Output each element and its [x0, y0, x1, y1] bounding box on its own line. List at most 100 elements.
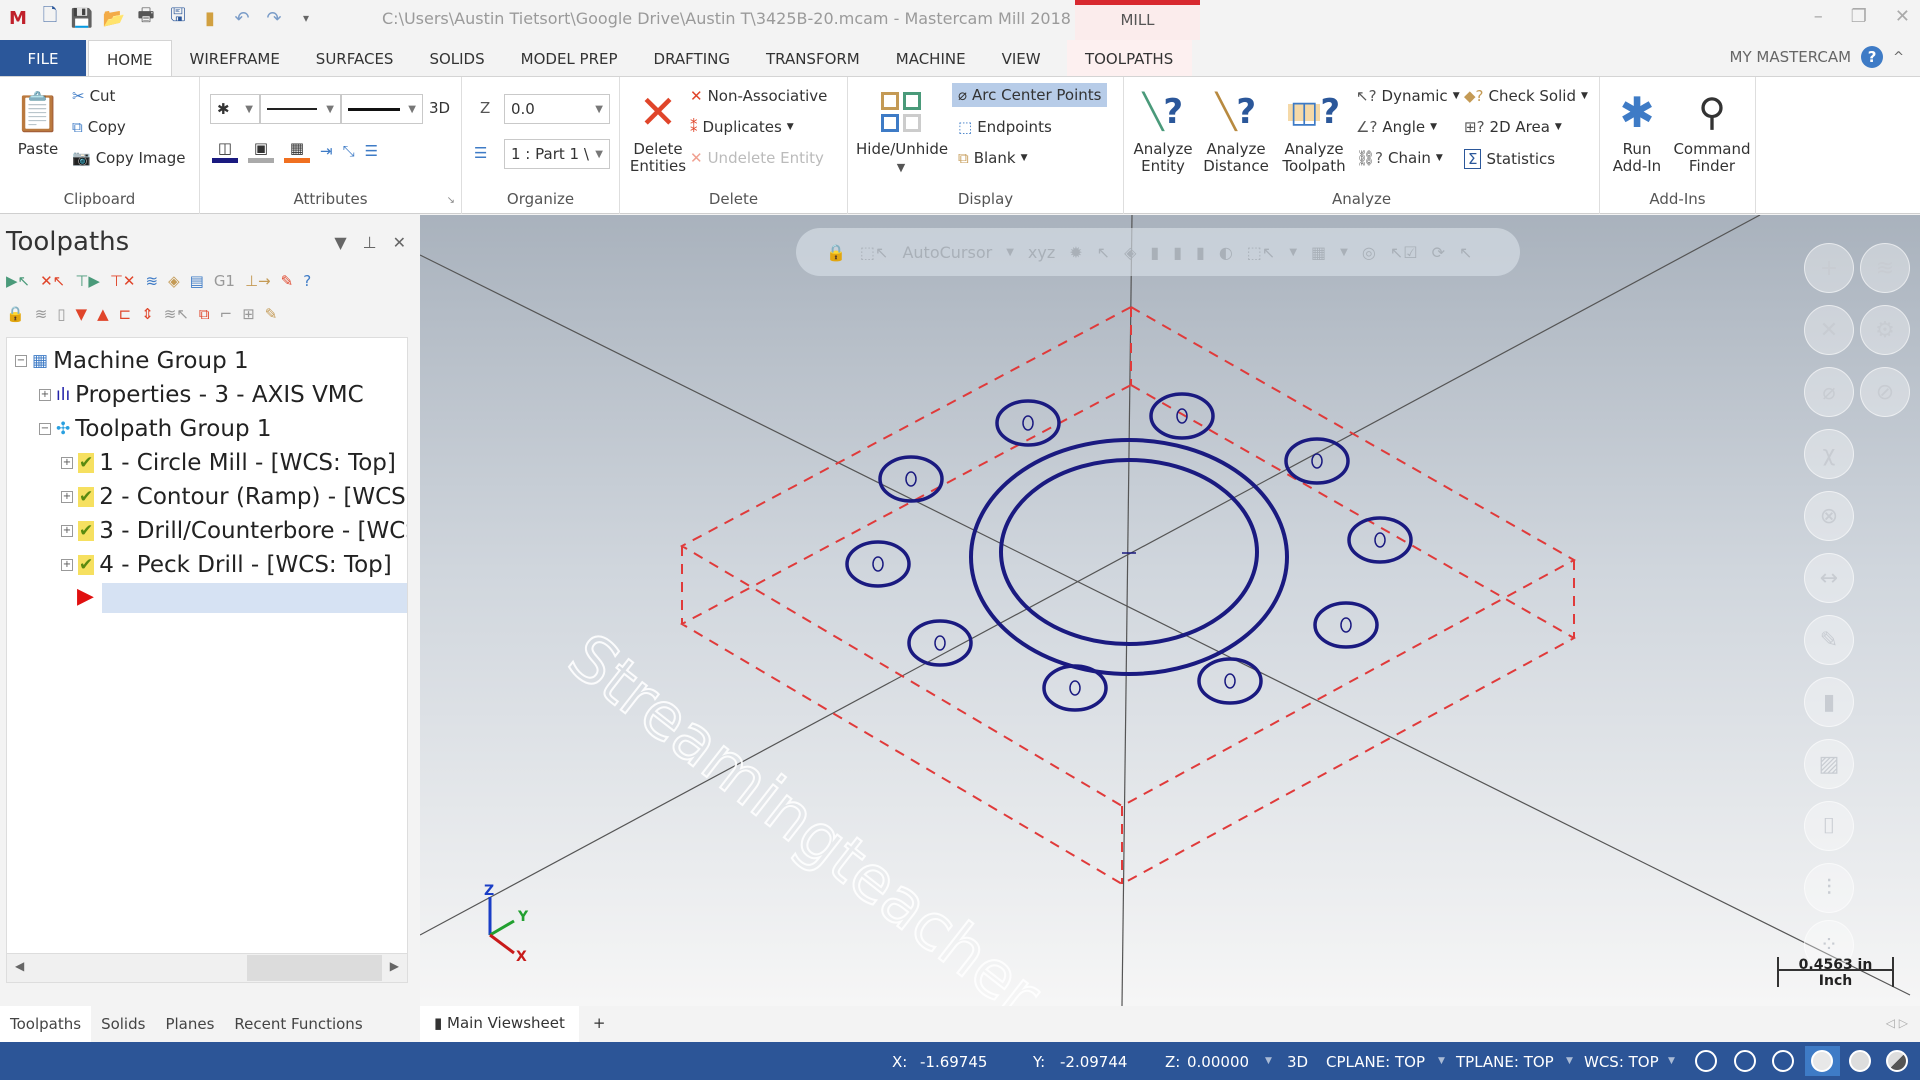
display-toolpath-icon[interactable]: ⌐: [220, 305, 233, 323]
select-last-icon[interactable]: ↖☑: [1390, 243, 1418, 262]
autocursor-icon[interactable]: ⬚↖: [860, 243, 889, 262]
tab-machine[interactable]: MACHINE: [878, 40, 984, 76]
tplane-dropdown-icon[interactable]: ▼: [1566, 1056, 1573, 1066]
tab-solids[interactable]: SOLIDS: [411, 40, 502, 76]
wcs-select[interactable]: WCS: TOP: [1584, 1053, 1659, 1071]
panel-tab-planes[interactable]: Planes: [155, 1006, 224, 1042]
translucency-icon[interactable]: [1886, 1050, 1908, 1072]
backplot-icon[interactable]: ≋: [146, 272, 159, 290]
window-select-icon[interactable]: ⬚↖: [1247, 243, 1276, 262]
save-as-icon[interactable]: 🖫: [166, 5, 190, 30]
dynamic-button[interactable]: ↖? Dynamic ▼: [1356, 87, 1460, 105]
z-coordinate[interactable]: 0.00000: [1187, 1053, 1249, 1071]
tab-home[interactable]: HOME: [88, 40, 172, 76]
chain-button[interactable]: ⛓? Chain ▼: [1356, 149, 1443, 167]
cplane-select[interactable]: CPLANE: TOP: [1326, 1053, 1425, 1071]
wcs-dropdown-icon[interactable]: ▼: [1668, 1056, 1675, 1066]
cplane-dropdown-icon[interactable]: ▼: [1438, 1056, 1445, 1066]
add-icon[interactable]: +: [1804, 243, 1854, 293]
ruler-icon[interactable]: ✎: [1804, 615, 1854, 665]
bracket-icon[interactable]: ⌷: [1804, 801, 1854, 851]
surface-color-icon[interactable]: ▦: [284, 139, 310, 163]
hide-unhide-button[interactable]: Hide/Unhide ▼: [856, 87, 948, 176]
face-select-icon[interactable]: ▮: [1150, 243, 1159, 262]
viewsheet-tab-main[interactable]: ▮ Main Viewsheet: [420, 1006, 579, 1042]
options-icon[interactable]: ✎: [265, 305, 278, 323]
copy-image-button[interactable]: 📷 Copy Image: [72, 149, 185, 167]
collapse-icon[interactable]: −: [15, 355, 27, 367]
next-sheet-icon[interactable]: ▷: [1899, 1016, 1908, 1030]
insert-arrow-icon[interactable]: ⊏: [119, 305, 132, 323]
panel-menu-icon[interactable]: ▼: [334, 233, 346, 252]
paste-button[interactable]: 📋 Paste: [12, 87, 64, 158]
my-mastercam-link[interactable]: MY MASTERCAM: [1730, 48, 1852, 66]
move-up-icon[interactable]: ▲: [97, 305, 109, 323]
scroll-left-icon[interactable]: ◀: [15, 959, 24, 973]
select-all-operations-icon[interactable]: ▶↖: [6, 272, 30, 290]
layers-icon[interactable]: ≋: [1860, 243, 1910, 293]
line-width-select[interactable]: ▼: [341, 94, 423, 124]
autocursor-label[interactable]: AutoCursor: [902, 243, 992, 262]
snap-settings-icon[interactable]: ✹: [1069, 243, 1082, 262]
arc-center-points-button[interactable]: ⌀ Arc Center Points: [952, 83, 1108, 107]
expand-icon[interactable]: +: [61, 559, 73, 571]
command-finder-button[interactable]: ⚲ Command Finder: [1670, 87, 1754, 175]
shaded-view-icon[interactable]: [1811, 1050, 1833, 1072]
wireframe-color-icon[interactable]: ◫: [212, 139, 238, 163]
save-icon[interactable]: 💾: [70, 6, 94, 30]
statistics-button[interactable]: Σ Statistics: [1464, 149, 1555, 169]
view-sheet-icon[interactable]: ⊞: [242, 305, 255, 323]
tree-node-operation-2[interactable]: + ✔2 - Contour (Ramp) - [WCS: Top]: [61, 484, 407, 510]
2d-area-button[interactable]: ⊞? 2D Area ▼: [1464, 118, 1562, 136]
verify-select-icon[interactable]: ◐: [1219, 243, 1233, 262]
tab-transform[interactable]: TRANSFORM: [748, 40, 878, 76]
toggle-display-icon[interactable]: ≋: [35, 305, 48, 323]
only-selected-icon[interactable]: ≋↖: [164, 305, 189, 323]
tab-toolpaths[interactable]: TOOLPATHS: [1066, 40, 1192, 76]
set-all-icon[interactable]: ⇥: [320, 142, 333, 160]
add-viewsheet-button[interactable]: +: [579, 1006, 620, 1042]
box-icon[interactable]: ▮: [1804, 677, 1854, 727]
regenerate-dirty-icon[interactable]: ⊤✕: [110, 272, 136, 290]
analyze-distance-button[interactable]: ╲? Analyze Distance: [1198, 87, 1274, 175]
scroll-thumb[interactable]: [247, 955, 382, 981]
analyze-toolpath-button[interactable]: ◫? Analyze Toolpath: [1276, 87, 1352, 175]
verify-icon[interactable]: ◈: [168, 272, 180, 290]
lock-icon[interactable]: 🔒: [826, 243, 846, 262]
levels-icon[interactable]: ☰: [474, 144, 487, 162]
color-icon[interactable]: ▨: [1804, 739, 1854, 789]
solids-select-icon[interactable]: ◈: [1124, 243, 1136, 262]
wireframe-view-icon[interactable]: [1695, 1050, 1717, 1072]
tree-node-machine-group[interactable]: − ▦ Machine Group 1: [15, 348, 249, 374]
tool-icon[interactable]: ⫶: [1804, 863, 1854, 913]
angle-button[interactable]: ∠? Angle ▼: [1356, 118, 1437, 136]
redo-icon[interactable]: ↷: [262, 6, 286, 30]
blank-button[interactable]: ⧉ Blank ▼: [958, 149, 1027, 167]
regenerate-selected-icon[interactable]: ⊤▶: [75, 272, 100, 290]
insert-position-row[interactable]: [102, 583, 407, 613]
minimize-button[interactable]: –: [1814, 6, 1823, 27]
collapse-ribbon-icon[interactable]: ^: [1893, 50, 1904, 65]
insert-arrow-marker-icon[interactable]: ▶: [77, 584, 94, 609]
shaded-solid-view-icon[interactable]: [1849, 1050, 1871, 1072]
delete-entities-button[interactable]: ✕ Delete Entities: [628, 87, 688, 175]
body-select-icon[interactable]: ▮: [1173, 243, 1182, 262]
select-icon[interactable]: ↖: [1097, 243, 1110, 262]
non-associative-button[interactable]: ✕ Non-Associative: [690, 87, 827, 105]
tree-node-operation-1[interactable]: + ✔ 1 - Circle Mill - [WCS: Top]: [61, 450, 396, 476]
check-solid-button[interactable]: ◆? Check Solid ▼: [1464, 87, 1588, 105]
mastercam-logo-icon[interactable]: M: [6, 6, 30, 30]
move-down-icon[interactable]: ▼: [76, 305, 88, 323]
tree-node-operation-4[interactable]: + ✔ 4 - Peck Drill - [WCS: Top]: [61, 552, 392, 578]
endpoints-button[interactable]: ⬚ Endpoints: [958, 118, 1052, 136]
cancel-icon[interactable]: ⊘: [1860, 367, 1910, 417]
expand-icon[interactable]: +: [61, 457, 73, 469]
unselect-icon[interactable]: ⟳: [1432, 243, 1445, 262]
diameter-icon[interactable]: ⌀: [1804, 367, 1854, 417]
3d-mode[interactable]: 3D: [1287, 1053, 1308, 1071]
pin-icon[interactable]: ⊥: [363, 233, 377, 252]
tree-node-toolpath-group[interactable]: − ✣ Toolpath Group 1: [39, 416, 272, 442]
expand-icon[interactable]: +: [61, 525, 73, 537]
run-addin-button[interactable]: ✱ Run Add-In: [1604, 87, 1670, 175]
duplicates-button[interactable]: ⁑ Duplicates ▼: [690, 118, 794, 136]
